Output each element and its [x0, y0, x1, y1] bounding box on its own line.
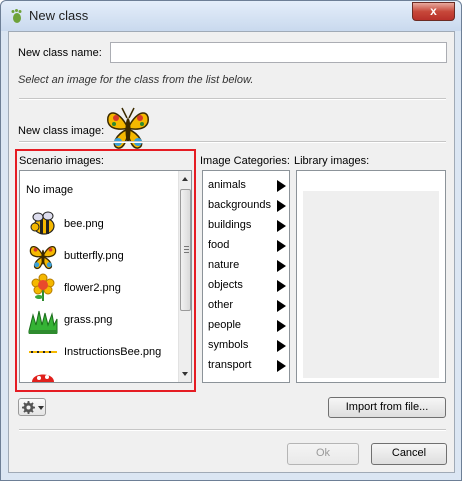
- list-item[interactable]: butterfly.png: [28, 241, 124, 271]
- title-bar[interactable]: New class x: [1, 1, 461, 31]
- library-image-list[interactable]: [296, 170, 446, 383]
- window-title: New class: [29, 8, 89, 23]
- image-categories-label: Image Categories:: [200, 155, 290, 167]
- list-item-label: InstructionsBee.png: [64, 346, 162, 358]
- category-item[interactable]: transport: [208, 356, 288, 376]
- list-item[interactable]: flower2.png: [28, 273, 121, 303]
- library-empty-area: [303, 191, 439, 378]
- category-item[interactable]: symbols: [208, 336, 288, 356]
- submenu-arrow-icon: [277, 300, 286, 312]
- close-button[interactable]: x: [412, 2, 455, 21]
- list-item-label: butterfly.png: [64, 250, 124, 262]
- flower-icon: [31, 273, 55, 301]
- submenu-arrow-icon: [277, 220, 286, 232]
- list-item-no-image[interactable]: No image: [26, 184, 73, 196]
- grass-icon: [28, 310, 58, 334]
- list-item[interactable]: bee.png: [28, 209, 104, 239]
- list-item[interactable]: InstructionsBee.png: [28, 337, 161, 367]
- category-item[interactable]: objects: [208, 276, 288, 296]
- dialog-window: New class x New class name: Select an im…: [0, 0, 462, 481]
- category-item[interactable]: food: [208, 236, 288, 256]
- partial-image-icon: [32, 374, 54, 382]
- butterfly-icon: [29, 246, 57, 270]
- class-image-label: New class image:: [18, 125, 105, 137]
- scroll-thumb[interactable]: [180, 189, 191, 311]
- library-images-label: Library images:: [294, 155, 370, 167]
- dialog-body: New class name: Select an image for the …: [8, 31, 455, 473]
- submenu-arrow-icon: [277, 180, 286, 192]
- import-from-file-button[interactable]: Import from file...: [328, 397, 446, 418]
- list-item-label: grass.png: [64, 314, 113, 326]
- greenfoot-footprint-icon: [11, 9, 22, 23]
- list-item-label: flower2.png: [64, 282, 121, 294]
- list-item[interactable]: grass.png: [28, 305, 112, 335]
- list-item-label: bee.png: [64, 218, 104, 230]
- submenu-arrow-icon: [277, 360, 286, 372]
- category-item[interactable]: nature: [208, 256, 288, 276]
- options-menu-button[interactable]: [18, 398, 46, 416]
- category-item[interactable]: backgrounds: [208, 196, 288, 216]
- butterfly-preview-icon: [107, 107, 149, 149]
- gear-icon: [22, 401, 35, 414]
- category-item[interactable]: other: [208, 296, 288, 316]
- image-category-list[interactable]: animals backgrounds buildings food natur…: [202, 170, 290, 383]
- scroll-up-icon[interactable]: [182, 177, 188, 181]
- separator: [19, 429, 446, 431]
- scenario-scrollbar[interactable]: [178, 171, 191, 382]
- submenu-arrow-icon: [277, 320, 286, 332]
- instructions-bee-icon: [29, 351, 57, 353]
- category-item[interactable]: animals: [208, 176, 288, 196]
- category-item[interactable]: buildings: [208, 216, 288, 236]
- submenu-arrow-icon: [277, 280, 286, 292]
- separator: [19, 141, 446, 143]
- category-item[interactable]: people: [208, 316, 288, 336]
- submenu-arrow-icon: [277, 260, 286, 272]
- submenu-arrow-icon: [277, 340, 286, 352]
- class-name-label: New class name:: [18, 47, 102, 59]
- scroll-down-icon[interactable]: [182, 372, 188, 376]
- separator: [19, 98, 446, 100]
- class-name-input[interactable]: [110, 42, 447, 63]
- ok-button[interactable]: Ok: [287, 443, 359, 465]
- submenu-arrow-icon: [277, 240, 286, 252]
- chevron-down-icon: [38, 406, 44, 410]
- bee-icon: [30, 211, 55, 235]
- scenario-image-list[interactable]: No image bee.png butterfly.png flower2.p…: [19, 170, 192, 383]
- scenario-images-label: Scenario images:: [19, 155, 104, 167]
- cancel-button[interactable]: Cancel: [371, 443, 447, 465]
- instruction-text: Select an image for the class from the l…: [18, 74, 254, 86]
- submenu-arrow-icon: [277, 200, 286, 212]
